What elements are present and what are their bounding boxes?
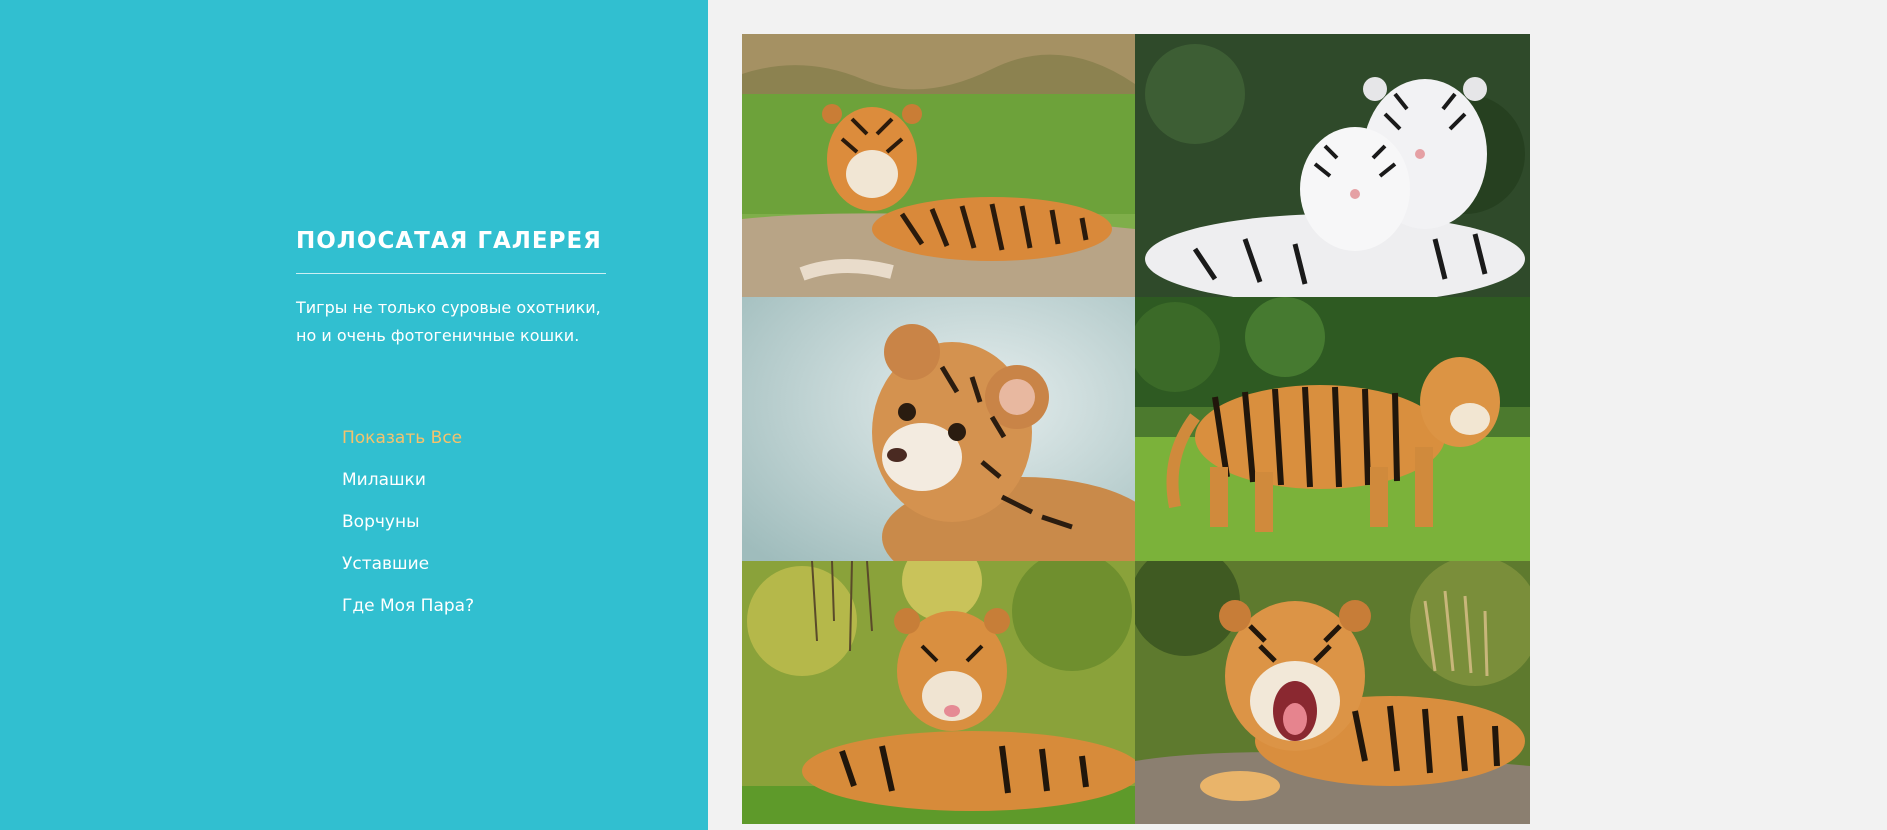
photo-walking-tiger[interactable]: [1135, 297, 1530, 561]
gallery-description: Тигры не только суровые охотники, но и о…: [296, 298, 601, 345]
brand: ПОЛОСАТАЯ ГАЛЕРЕЯ Тигры не только суровы…: [296, 226, 606, 366]
filter-where-is-my-pair[interactable]: Где Моя Пара?: [342, 585, 474, 627]
roaring-tiger-image: [1135, 561, 1530, 824]
filter-tired[interactable]: Уставшие: [342, 543, 474, 585]
walking-tiger-image: [1135, 297, 1530, 561]
sidebar: ПОЛОСАТАЯ ГАЛЕРЕЯ Тигры не только суровы…: [0, 0, 708, 830]
photo-tiger-grass[interactable]: [742, 561, 1135, 824]
filter-menu: Показать Все Милашки Ворчуны Уставшие Гд…: [342, 417, 474, 627]
filter-show-all[interactable]: Показать Все: [342, 417, 474, 459]
photo-tiger-lying-rock[interactable]: [742, 34, 1135, 297]
tiger-cub-image: [742, 297, 1135, 561]
white-tigers-image: [1135, 34, 1530, 297]
filter-cute[interactable]: Милашки: [342, 459, 474, 501]
photo-roaring-tiger[interactable]: [1135, 561, 1530, 824]
tiger-lying-rock-image: [742, 34, 1135, 297]
gallery-title: ПОЛОСАТАЯ ГАЛЕРЕЯ: [296, 228, 602, 254]
title-divider: [296, 273, 606, 274]
photo-gallery: [742, 34, 1530, 824]
tiger-grass-image: [742, 561, 1135, 824]
filter-grumpy[interactable]: Ворчуны: [342, 501, 474, 543]
photo-white-tigers[interactable]: [1135, 34, 1530, 297]
photo-tiger-cub[interactable]: [742, 297, 1135, 561]
